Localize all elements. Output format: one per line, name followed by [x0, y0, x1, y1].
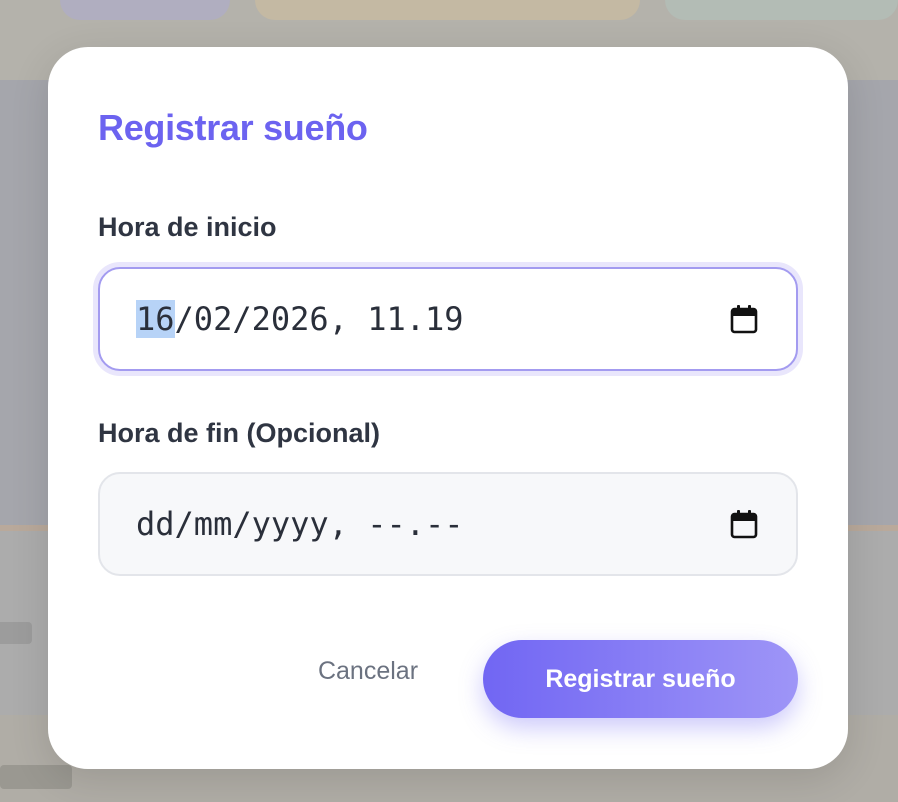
submit-sleep-button[interactable]: Registrar sueño: [483, 640, 798, 718]
end-time-label: Hora de fin (Opcional): [98, 418, 381, 448]
datetime-rest: /02/2026, 11.19: [174, 300, 464, 338]
background-pill: [665, 0, 898, 20]
start-time-input[interactable]: 16/02/2026, 11.19: [98, 267, 798, 371]
end-time-placeholder[interactable]: dd/mm/yyyy, --.--: [136, 505, 730, 543]
calendar-icon[interactable]: [730, 304, 758, 334]
background-pill: [60, 0, 230, 20]
background-pill: [255, 0, 640, 20]
start-time-label: Hora de inicio: [98, 212, 277, 242]
sleep-log-modal: Registrar sueño Hora de inicio 16/02/202…: [48, 47, 848, 769]
end-time-input[interactable]: dd/mm/yyyy, --.--: [98, 472, 798, 576]
calendar-icon[interactable]: [730, 509, 758, 539]
background-blurred-text: [0, 622, 32, 644]
day-segment-selected[interactable]: 16: [136, 300, 175, 338]
cancel-button[interactable]: Cancelar: [278, 632, 458, 710]
modal-title: Registrar sueño: [98, 107, 368, 148]
start-time-value[interactable]: 16/02/2026, 11.19: [136, 300, 730, 338]
background-blurred-text: [0, 765, 72, 789]
